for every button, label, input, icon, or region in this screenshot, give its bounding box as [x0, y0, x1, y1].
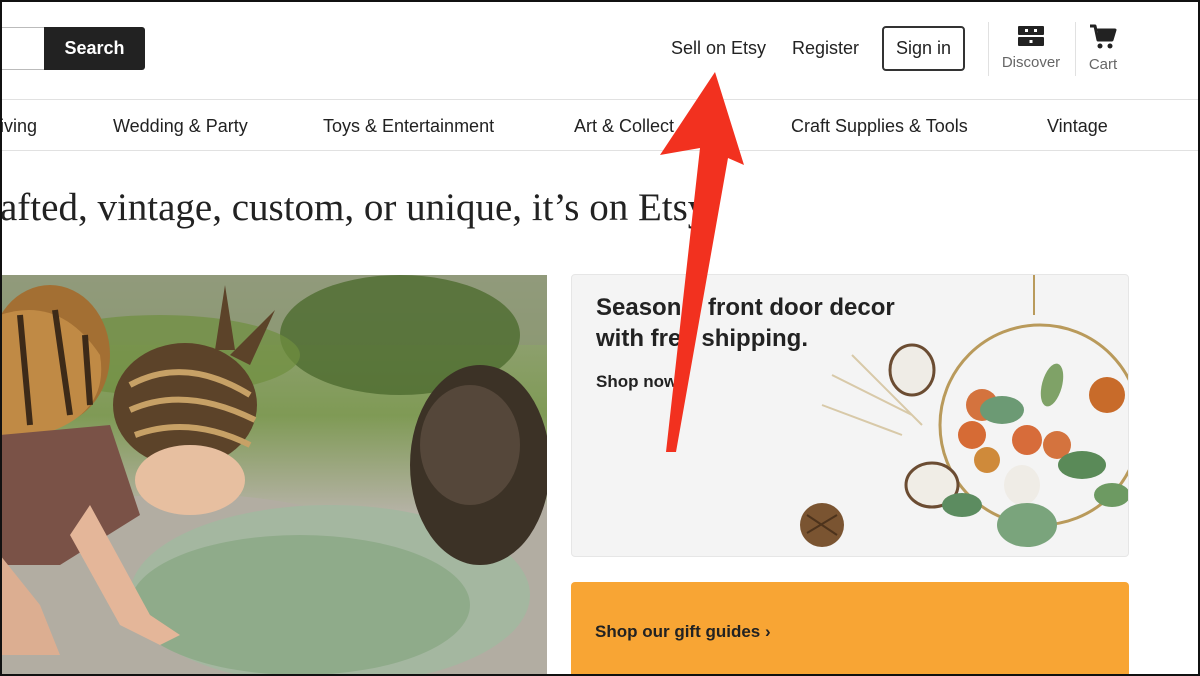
register-link[interactable]: Register [792, 38, 859, 59]
category-link[interactable]: Vintage [1047, 116, 1108, 137]
site-header: Search Sell on Etsy Register Sign in Dis… [0, 0, 1200, 100]
cart-label: Cart [1088, 56, 1118, 73]
category-link[interactable]: Craft Supplies & Tools [791, 116, 968, 137]
discover-icon [1018, 26, 1044, 46]
category-link[interactable]: iving [0, 116, 37, 137]
red-arrow-icon [660, 72, 744, 452]
discover-label: Discover [1001, 54, 1061, 71]
sell-on-etsy-link[interactable]: Sell on Etsy [671, 38, 766, 59]
hero-tagline: afted, vintage, custom, or unique, it’s … [0, 186, 715, 229]
gift-guide-label: Shop our gift guides [595, 622, 761, 641]
category-link[interactable]: Toys & Entertainment [323, 116, 494, 137]
search-button[interactable]: Search [44, 27, 145, 70]
chevron-right-icon: › [765, 622, 771, 641]
header-divider [1075, 22, 1076, 76]
category-link[interactable]: Wedding & Party [113, 116, 248, 137]
featured-photo[interactable] [0, 275, 547, 676]
child-in-costume-image [0, 275, 547, 676]
discover-button[interactable]: Discover [1000, 24, 1062, 71]
sign-in-button[interactable]: Sign in [882, 26, 965, 71]
gift-guide-banner[interactable]: Shop our gift guides › [571, 582, 1129, 676]
cart-button[interactable]: Cart [1083, 24, 1123, 73]
gift-guide-link[interactable]: Shop our gift guides › [595, 622, 771, 642]
search-input[interactable] [0, 27, 46, 70]
category-nav: iving Wedding & Party Toys & Entertainme… [0, 101, 1200, 151]
header-divider [988, 22, 989, 76]
cart-icon [1090, 24, 1117, 49]
